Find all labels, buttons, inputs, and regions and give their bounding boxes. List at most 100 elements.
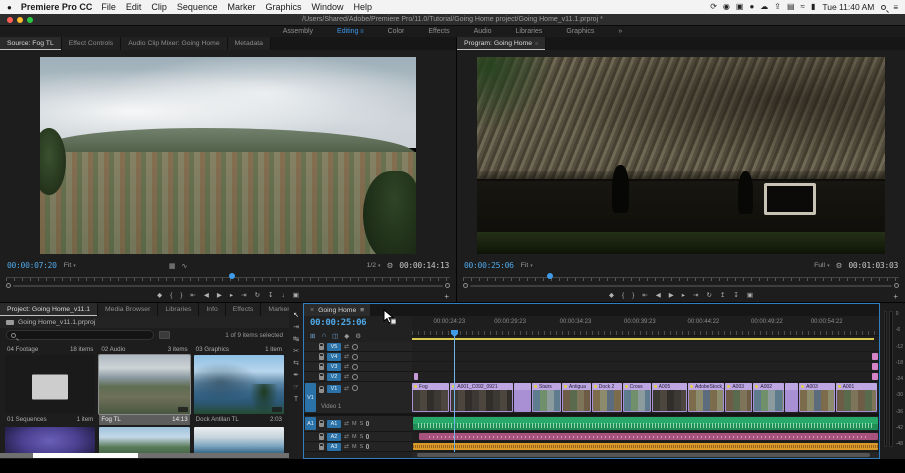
track-target-button[interactable]: V2 [327, 372, 341, 381]
bin-item-caption[interactable]: 04 Footage 18 items [5, 344, 95, 354]
lock-icon[interactable] [319, 352, 324, 360]
playback-resolution-dropdown[interactable]: 1/2 ▾ [367, 262, 381, 269]
source-current-timecode[interactable]: 00:00:07:20 [7, 261, 57, 270]
mark-out-icon[interactable]: } [632, 293, 634, 300]
track-target-button[interactable]: A3 [327, 442, 341, 451]
video-track-header[interactable]: V4 ⇄ [304, 352, 412, 362]
timeline-clip[interactable] [871, 353, 878, 360]
menu-item[interactable]: Window [312, 2, 344, 12]
toggle-track-output-icon[interactable] [352, 363, 359, 370]
zoom-handle-left[interactable] [463, 283, 468, 288]
video-track-header[interactable]: V2 ⇄ [304, 372, 412, 382]
workspace-tab[interactable]: Color [388, 28, 405, 35]
track-target-button[interactable]: V3 [327, 362, 341, 371]
source-zoom-bar[interactable] [6, 282, 450, 289]
drag-audio-icon[interactable]: ∿ [182, 262, 188, 270]
lock-icon[interactable] [319, 432, 324, 440]
sync-lock-icon[interactable]: ⇄ [344, 385, 349, 392]
panel-tab[interactable]: Program: Going Home ≡ [457, 37, 547, 50]
bin-item-thumbnail[interactable] [5, 355, 96, 414]
pen-tool[interactable]: ✒ [293, 372, 299, 379]
track-lane-a1[interactable] [412, 416, 879, 432]
menu-item[interactable]: Help [354, 2, 373, 12]
menu-item[interactable]: Clip [151, 2, 167, 12]
apple-menu-icon[interactable]: ● [7, 3, 12, 12]
play-icon[interactable]: ▶ [217, 293, 222, 300]
lock-icon[interactable] [319, 342, 324, 350]
sync-lock-icon[interactable]: ⇄ [344, 343, 349, 350]
track-target-button[interactable]: V4 [327, 352, 341, 361]
program-video-frame[interactable] [477, 57, 885, 254]
add-marker-icon[interactable]: ◆ [609, 293, 614, 300]
menu-item[interactable]: Graphics [265, 2, 301, 12]
step-back-icon[interactable]: ◀ [656, 293, 661, 300]
source-patch-button[interactable]: V1 [305, 383, 316, 412]
spotlight-icon[interactable] [881, 4, 887, 10]
video-track-header[interactable]: V3 ⇄ [304, 362, 412, 372]
timeline-sequence-tab[interactable]: × Going Home ≡ [304, 304, 371, 316]
sync-lock-icon[interactable]: ⇄ [344, 433, 349, 440]
workspace-tab[interactable]: Effects [428, 28, 449, 35]
track-lane-a3[interactable] [412, 442, 879, 452]
lock-icon[interactable] [319, 386, 324, 393]
notification-center-icon[interactable]: ≡ [893, 3, 898, 12]
program-fit-dropdown[interactable]: Fit ▾ [521, 262, 533, 269]
go-to-out-icon[interactable]: ⇥ [693, 293, 698, 300]
go-to-out-icon[interactable]: ⇥ [241, 293, 246, 300]
type-tool[interactable]: T [294, 396, 298, 403]
mute-track-button[interactable]: M [352, 444, 357, 450]
audio-track-header[interactable]: A1 A1 ⇄ M S [304, 416, 412, 432]
panel-tab[interactable]: Markers [261, 303, 289, 316]
zoom-handle-left[interactable] [6, 283, 11, 288]
timeline-clip[interactable]: A001_C092_0921 [450, 383, 514, 412]
razor-tool[interactable]: ✂ [293, 348, 299, 355]
panel-tab[interactable]: Audio Clip Mixer: Going Home [121, 37, 228, 50]
timeline-clip[interactable] [785, 383, 799, 412]
app-menu-title[interactable]: Premiere Pro CC [21, 2, 93, 12]
panel-menu-icon[interactable]: ≡ [535, 41, 538, 47]
camera-icon[interactable]: ● [749, 3, 754, 11]
workspace-tab[interactable]: Audio [474, 28, 492, 35]
menu-item[interactable]: Edit [126, 2, 142, 12]
go-to-in-icon[interactable]: ⇤ [642, 293, 647, 300]
export-frame-icon[interactable]: ▣ [747, 293, 753, 300]
panel-tab[interactable]: Source: Fog TL [0, 37, 62, 50]
zoom-window-button[interactable] [27, 17, 33, 23]
go-to-in-icon[interactable]: ⇤ [190, 293, 195, 300]
panel-tab[interactable]: Libraries [158, 303, 200, 316]
timeline-clip[interactable] [514, 383, 532, 412]
timeline-clip[interactable]: A005 [651, 383, 688, 412]
step-back-icon[interactable]: ◀ [204, 293, 209, 300]
track-select-forward-tool[interactable]: ⇥ [293, 324, 299, 331]
audio-track-header[interactable]: A3 ⇄ M S [304, 442, 412, 452]
track-target-button[interactable]: V1 [327, 385, 341, 393]
timeline-clip[interactable]: Stairs [532, 383, 561, 412]
source-scrubber[interactable] [6, 273, 450, 282]
lock-icon[interactable] [319, 419, 324, 427]
close-window-button[interactable] [7, 17, 13, 23]
audio-clip[interactable] [412, 443, 878, 450]
cloud-icon[interactable]: ☁ [760, 3, 768, 11]
step-forward-icon[interactable]: ▸ [230, 293, 233, 300]
nest-toggle-icon[interactable]: ⊞ [310, 332, 315, 340]
toggle-track-output-icon[interactable] [352, 343, 359, 350]
source-playhead[interactable] [229, 273, 236, 279]
solo-track-button[interactable]: S [360, 444, 364, 450]
display-icon[interactable]: ▣ [736, 3, 744, 11]
window-icon[interactable]: ▤ [787, 3, 795, 11]
sync-lock-icon[interactable]: ⇄ [344, 373, 349, 380]
track-target-button[interactable]: A1 [327, 419, 341, 428]
overwrite-icon[interactable]: ↓ [282, 293, 285, 300]
timeline-clip[interactable]: A002 [753, 383, 785, 412]
program-scrubber[interactable] [463, 273, 899, 282]
track-lane-v2[interactable] [412, 372, 879, 382]
video-track-header[interactable]: V5 ⇄ [304, 342, 412, 352]
timeline-clip[interactable] [871, 373, 878, 380]
bin-item-thumbnail[interactable] [98, 354, 191, 415]
voiceover-record-icon[interactable] [366, 421, 370, 426]
close-icon[interactable]: × [310, 307, 314, 314]
toggle-track-output-icon[interactable] [352, 353, 359, 360]
workspace-tab[interactable]: Editing [337, 28, 364, 35]
sync-lock-icon[interactable]: ⇄ [344, 353, 349, 360]
workspace-tab[interactable]: Graphics [566, 28, 594, 35]
